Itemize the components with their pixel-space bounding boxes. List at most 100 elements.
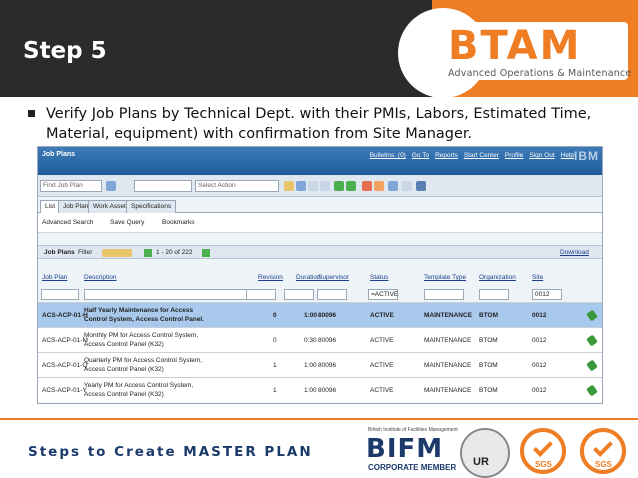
clear-icon[interactable] [308, 181, 318, 191]
vendor-logo: IBM [574, 149, 599, 163]
filter-organization[interactable] [479, 289, 509, 300]
cell-supervisor: 80096 [318, 387, 337, 394]
cell-description-line2: Control System, Access Control Panel. [84, 316, 205, 323]
cell-duration: 1:00 [304, 312, 318, 319]
cell-duration: 0:30 [304, 337, 317, 344]
cell-template-type: MAINTENANCE [424, 337, 472, 344]
select-row-icon[interactable] [586, 309, 598, 322]
next-icon[interactable] [346, 181, 356, 191]
filter-row: =ACTIVE 0012 [38, 286, 602, 302]
filter-job-plan[interactable] [41, 289, 79, 300]
filter-supervisor[interactable] [317, 289, 347, 300]
col-supervisor[interactable]: Supervisor [318, 274, 349, 281]
cell-supervisor: 80096 [318, 337, 337, 344]
logo-subtitle: Advanced Operations & Maintenance [448, 68, 632, 79]
bullet-square-icon [28, 110, 35, 117]
ur-label: UR [473, 456, 489, 468]
new-record-icon[interactable] [284, 181, 294, 191]
cell-revision: 0 [273, 337, 277, 344]
table-row[interactable]: ACS-ACP-01-Q Quarterly PM for Access Con… [38, 352, 602, 377]
link-sign-out[interactable]: Sign Out [529, 152, 554, 159]
col-job-plan[interactable]: Job Plan [42, 274, 67, 281]
cell-job-plan[interactable]: ACS-ACP-01-Y [42, 387, 87, 395]
edit-icon[interactable] [320, 181, 330, 191]
filter-button[interactable]: Filter [78, 249, 92, 256]
filter-status[interactable]: =ACTIVE [368, 289, 398, 300]
select-action-dropdown[interactable]: Select Action [195, 180, 279, 192]
link-start-center[interactable]: Start Center [464, 152, 499, 159]
cell-job-plan[interactable]: ACS-ACP-01-M [42, 337, 88, 345]
cell-site: 0012 [532, 387, 547, 394]
filter-duration[interactable] [284, 289, 314, 300]
sgs-label: SGS [595, 460, 612, 469]
search-icon[interactable] [106, 181, 116, 191]
cell-duration: 1:00 [304, 362, 317, 369]
cell-job-plan[interactable]: ACS-ACP-01-H [42, 312, 88, 320]
print-icon[interactable] [416, 181, 426, 191]
cell-duration: 1:00 [304, 387, 317, 394]
col-description[interactable]: Description [84, 274, 117, 281]
save-query-button[interactable]: Save Query [110, 219, 144, 226]
tab-specifications[interactable]: Specifications [126, 200, 177, 213]
col-template-type[interactable]: Template Type [424, 274, 466, 281]
cell-description-line2: Access Control Panel (K32) [84, 341, 164, 348]
select-row-icon[interactable] [586, 334, 598, 347]
advanced-search-button[interactable]: Advanced Search [42, 219, 93, 226]
bifm-logo: BIFM [366, 434, 444, 464]
cell-template-type: MAINTENANCE [424, 362, 472, 369]
cell-description-line2: Access Control Panel (K32) [84, 366, 164, 373]
route-icon[interactable] [374, 181, 384, 191]
select-row-icon[interactable] [586, 384, 598, 397]
cell-description-line1: Quarterly PM for Access Control System, [84, 357, 203, 364]
cell-job-plan[interactable]: ACS-ACP-01-Q [42, 362, 88, 370]
table-row[interactable]: ACS-ACP-01-H Half Yearly Maintenance for… [38, 302, 602, 327]
bullet-text: Verify Job Plans by Technical Dept. with… [46, 106, 592, 142]
table-row[interactable]: ACS-ACP-01-Y Yearly PM for Access Contro… [38, 377, 602, 402]
tab-bar: List Job Plan Work Assets Specifications [38, 197, 602, 214]
link-goto[interactable]: Go To [412, 152, 429, 159]
link-profile[interactable]: Profile [505, 152, 523, 159]
table-tools-icon[interactable] [102, 249, 132, 257]
search-options-bar: Advanced Search Save Query Bookmarks [38, 213, 602, 233]
select-row-icon[interactable] [586, 359, 598, 372]
cell-status: ACTIVE [370, 337, 394, 344]
link-reports[interactable]: Reports [435, 152, 458, 159]
col-status[interactable]: Status [370, 274, 388, 281]
app-header-links: Bulletins: (0) Go To Reports Start Cente… [370, 152, 574, 159]
filter-site[interactable]: 0012 [532, 289, 562, 300]
find-jobplan-input[interactable]: Find Job Plan [40, 180, 102, 192]
filter-description[interactable] [84, 289, 252, 300]
download-link[interactable]: Download [560, 249, 589, 256]
col-site[interactable]: Site [532, 274, 543, 281]
workflow-icon[interactable] [362, 181, 372, 191]
col-duration[interactable]: Duration [296, 274, 321, 281]
logo-mark: BTAM [448, 23, 582, 69]
cell-revision: 0 [273, 312, 277, 319]
cell-site: 0012 [532, 312, 547, 319]
cell-template-type: MAINTENANCE [424, 387, 472, 394]
filter-revision[interactable] [246, 289, 276, 300]
cell-status: ACTIVE [370, 387, 394, 394]
filter-template-type[interactable] [424, 289, 464, 300]
report-icon[interactable] [388, 181, 398, 191]
link-help[interactable]: Help [561, 152, 574, 159]
cell-description-line1: Yearly PM for Access Control System, [84, 382, 194, 389]
col-revision[interactable]: Revision [258, 274, 283, 281]
table-row[interactable]: ACS-ACP-01-M Monthly PM for Access Contr… [38, 327, 602, 352]
cell-supervisor: 80096 [318, 362, 337, 369]
bookmarks-button[interactable]: Bookmarks [162, 219, 195, 226]
cell-organization: BTOM [479, 387, 498, 394]
app-window: Job Plans Bulletins: (0) Go To Reports S… [37, 146, 603, 404]
cell-revision: 1 [273, 362, 277, 369]
query-select[interactable] [134, 180, 192, 192]
cell-description-line1: Monthly PM for Access Control System, [84, 332, 199, 339]
ur-certification-seal-icon [460, 428, 510, 478]
link-bulletins[interactable]: Bulletins: (0) [370, 152, 406, 159]
col-organization[interactable]: Organization [479, 274, 516, 281]
cell-organization: BTOM [479, 337, 498, 344]
next-page-icon[interactable] [202, 249, 210, 257]
prev-page-icon[interactable] [144, 249, 152, 257]
attachment-icon[interactable] [402, 181, 412, 191]
previous-icon[interactable] [334, 181, 344, 191]
save-icon[interactable] [296, 181, 306, 191]
